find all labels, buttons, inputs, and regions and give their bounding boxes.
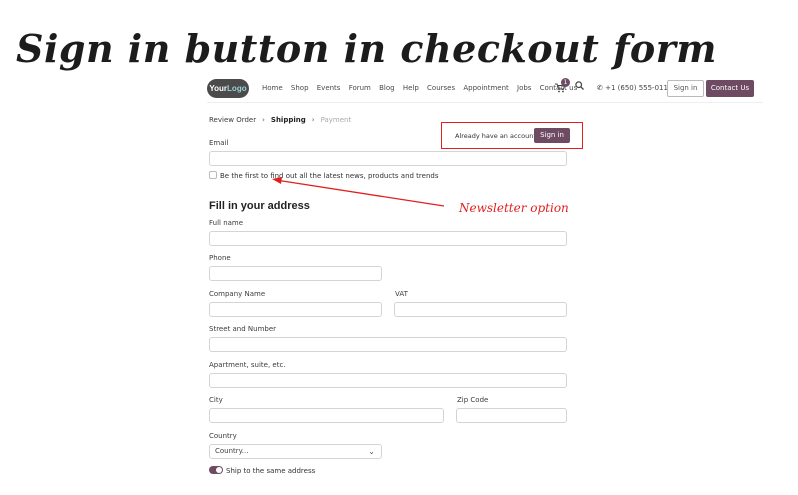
email-input[interactable] <box>209 151 567 166</box>
zip-label: Zip Code <box>457 396 489 404</box>
address-section-title: Fill in your address <box>209 200 310 212</box>
zip-input[interactable] <box>456 408 567 423</box>
navbar-divider <box>207 102 763 103</box>
nav-link-blog[interactable]: Blog <box>379 84 394 92</box>
phone-number: +1 (650) 555-0111 <box>605 84 673 92</box>
street-input[interactable] <box>209 337 567 352</box>
phone-label: Phone <box>209 254 231 262</box>
nav-link-appointment[interactable]: Appointment <box>463 84 508 92</box>
apartment-label: Apartment, suite, etc. <box>209 361 286 369</box>
account-prompt: Already have an account? <box>455 132 540 140</box>
company-input[interactable] <box>209 302 382 317</box>
nav-link-forum[interactable]: Forum <box>349 84 371 92</box>
city-input[interactable] <box>209 408 444 423</box>
page-heading: Sign in button in checkout form <box>16 26 717 71</box>
chevron-down-icon: ⌄ <box>368 447 375 456</box>
city-label: City <box>209 396 223 404</box>
nav-link-shop[interactable]: Shop <box>291 84 309 92</box>
country-label: Country <box>209 432 237 440</box>
newsletter-checkbox[interactable] <box>209 171 217 179</box>
ship-same-address-toggle[interactable] <box>209 466 223 474</box>
nav-link-courses[interactable]: Courses <box>427 84 455 92</box>
breadcrumb-review-order[interactable]: Review Order <box>209 116 256 124</box>
newsletter-option[interactable]: Be the first to find out all the latest … <box>209 171 438 180</box>
vat-label: VAT <box>395 290 408 298</box>
ship-same-address-option[interactable]: Ship to the same address <box>209 466 315 475</box>
cart-button[interactable]: 1 <box>555 78 570 96</box>
email-label: Email <box>209 139 229 147</box>
nav-link-help[interactable]: Help <box>403 84 419 92</box>
logo-text-1: Your <box>209 84 228 93</box>
sign-in-highlight-box: Already have an account? Sign in <box>441 122 583 149</box>
phone-link[interactable]: ✆ +1 (650) 555-0111 <box>597 84 672 92</box>
logo-text-2: Logo <box>227 84 247 93</box>
contact-us-button[interactable]: Contact Us <box>706 80 754 97</box>
breadcrumb-payment: Payment <box>320 116 352 124</box>
annotation-label: Newsletter option <box>459 201 569 215</box>
street-label: Street and Number <box>209 325 277 333</box>
ship-same-address-label: Ship to the same address <box>226 467 316 475</box>
country-select-value: Country... <box>215 447 249 455</box>
navbar-sign-in-button[interactable]: Sign in <box>667 80 704 97</box>
chevron-right-icon: › <box>311 116 315 124</box>
phone-input[interactable] <box>209 266 382 281</box>
chevron-right-icon: › <box>262 116 265 124</box>
cart-count-badge: 1 <box>561 78 570 87</box>
site-logo[interactable]: YourLogo <box>207 79 249 98</box>
company-label: Company Name <box>209 290 266 298</box>
sign-in-button[interactable]: Sign in <box>534 128 570 143</box>
nav-link-events[interactable]: Events <box>317 84 341 92</box>
breadcrumb-shipping: Shipping <box>270 116 306 124</box>
nav-links: Home Shop Events Forum Blog Help Courses… <box>262 84 583 92</box>
newsletter-label: Be the first to find out all the latest … <box>220 172 439 180</box>
full-name-label: Full name <box>209 219 244 227</box>
nav-link-jobs[interactable]: Jobs <box>517 84 531 92</box>
apartment-input[interactable] <box>209 373 567 388</box>
search-icon <box>575 81 584 90</box>
top-navbar: YourLogo Home Shop Events Forum Blog Hel… <box>207 78 763 100</box>
country-select[interactable]: Country... ⌄ <box>209 444 382 459</box>
phone-icon: ✆ <box>597 84 603 92</box>
nav-link-home[interactable]: Home <box>262 84 283 92</box>
search-button[interactable] <box>575 81 584 93</box>
vat-input[interactable] <box>394 302 567 317</box>
checkout-breadcrumb: Review Order › Shipping › Payment <box>209 116 351 124</box>
full-name-input[interactable] <box>209 231 567 246</box>
